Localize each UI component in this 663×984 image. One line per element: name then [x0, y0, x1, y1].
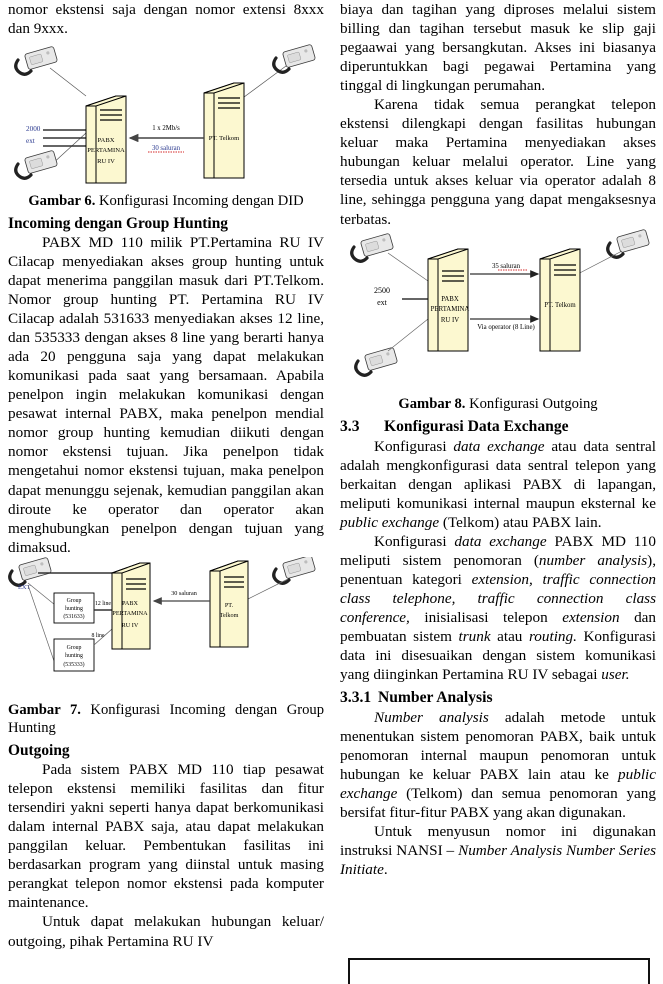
section-heading-3-3-1: 3.3.1 Number Analysis [340, 688, 656, 707]
rp4-em2: number analysis [538, 551, 648, 569]
figure7-telkom-line2: Telkom [220, 612, 239, 619]
document-page: nomor ekstensi saja dengan nomor extensi… [0, 0, 663, 984]
figure8-pabx-line3: RU IV [441, 317, 459, 324]
right-paragraph-4: Konfigurasi data exchange PABX MD 110 me… [340, 532, 656, 684]
telkom-cabinet: PT. Telkom [209, 560, 249, 648]
phone-icon-right [272, 556, 316, 585]
figure8-pabx-line2: PERTAMINA [431, 306, 470, 313]
figure7-hunt2-line2: hunting [65, 653, 83, 659]
rp3-end: (Telkom) atau PABX lain. [439, 513, 602, 531]
section-title-3-3: Konfigurasi Data Exchange [384, 418, 569, 436]
rp3-em2: public exchange [340, 513, 440, 531]
rp4-c: inisialisasi telepon [409, 608, 563, 626]
figure6-ext-word: ext [26, 137, 35, 145]
figure7-link-8line: 8 line [91, 633, 104, 639]
rp4-em6: routing. [528, 628, 577, 646]
figure6-pabx-line3: RU IV [97, 158, 115, 165]
rp4-em1: data exchange [454, 532, 547, 550]
rp4-em7: user. [601, 666, 630, 684]
group-hunting-box-2: Group hunting (535333) [53, 638, 95, 672]
figure8-link-bottom: Via operator (8 Line) [477, 324, 535, 331]
phone-icon-bottom-left [14, 150, 58, 180]
figure7-hunt2-line1: Group [67, 645, 82, 651]
phone-icon-right [272, 44, 316, 74]
figure8-telkom-label: PT. Telkom [544, 302, 576, 309]
figure6-link-top: 1 x 2Mb/s [152, 125, 180, 132]
left-paragraph-2: Pada sistem PABX MD 110 tiap pesawat tel… [8, 761, 324, 912]
section-heading-3-3: 3.3 Konfigurasi Data Exchange [340, 417, 656, 436]
figure6-link-bottom: 30 saluran [152, 145, 181, 152]
figure7-pabx-line2: PERTAMINA [112, 610, 148, 617]
rp5-em1: Number analysis [374, 708, 489, 726]
pabx-cabinet: PABX PERTAMINA RU IV [427, 248, 470, 352]
telkom-cabinet: PT. Telkom [539, 248, 581, 352]
rp4-em4: extension [562, 608, 620, 626]
left-top-paragraph: nomor ekstensi saja dengan nomor extensi… [8, 1, 324, 38]
left-column: nomor ekstensi saja dengan nomor extensi… [8, 0, 324, 984]
figure8-ext-word: ext [377, 298, 388, 307]
rp6-b: . [383, 860, 388, 878]
telkom-cabinet [203, 82, 245, 179]
rp4-pre: Konfigurasi [374, 532, 455, 550]
heading-incoming-group-hunting: Incoming dengan Group Hunting [8, 214, 228, 232]
figure6-pabx-line1: PABX [98, 137, 115, 144]
right-paragraph-3: Konfigurasi data exchange atau data sent… [340, 437, 656, 532]
heading-outgoing: Outgoing [8, 741, 70, 759]
figure7-link-12line: 12 line [95, 601, 111, 607]
figure7-hunt2-line3: (535333) [63, 661, 84, 668]
left-paragraph-3: Untuk dapat melakukan hubungan keluar/ o… [8, 913, 324, 950]
phone-icon-top-left [14, 46, 58, 76]
figure7-hunt1-line3: (531633) [63, 613, 84, 620]
right-column: biaya dan tagihan yang diproses melalui … [340, 0, 656, 984]
phone-icon-right [606, 228, 650, 259]
figure7-link-saluran: 30 saluran [171, 590, 197, 597]
phone-icon-bottom-left [354, 346, 398, 377]
rp4-em5: trunk [458, 628, 491, 646]
phone-icon-top-left [350, 232, 394, 263]
figure6-ext-count: 2000 [26, 125, 41, 133]
section-number-3-3: 3.3 [340, 418, 360, 436]
figure6-telkom-label: PT. Telkom [209, 135, 240, 142]
table-top-edge-cutoff [348, 958, 650, 984]
section-number-3-3-1: 3.3.1 [340, 689, 372, 707]
figure-7-caption-label: Gambar 7. [8, 701, 81, 718]
right-paragraph-5: Number analysis adalah metode untuk mene… [340, 708, 656, 822]
figure-8-caption-label: Gambar 8. [398, 395, 466, 412]
rp3-pre: Konfigurasi [374, 437, 454, 455]
figure7-telkom-line1: PT. [225, 602, 234, 609]
pabx-cabinet: PABX PERTAMINA RU IV [111, 562, 151, 650]
figure-6-caption: Gambar 6. Konfigurasi Incoming dengan DI… [8, 192, 324, 211]
right-paragraph-2: Karena tidak semua perangkat telepon eks… [340, 96, 656, 228]
left-paragraph-1: PABX MD 110 milik PT.Pertamina RU IV Cil… [8, 233, 324, 556]
figure-7-caption: Gambar 7. Konfigurasi Incoming dengan Gr… [8, 701, 324, 738]
rp4-e: atau [490, 628, 529, 646]
figure8-pabx-line1: PABX [441, 296, 459, 303]
figure-8-caption: Gambar 8. Konfigurasi Outgoing [340, 395, 656, 414]
figure-7-incoming-group-hunting: EXT Group hunting (531633) Group hunting… [8, 556, 324, 695]
figure-6-caption-label: Gambar 6. [28, 193, 96, 210]
right-paragraph-1: biaya dan tagihan yang diproses melalui … [340, 1, 656, 95]
figure-8-caption-text: Konfigurasi Outgoing [465, 395, 598, 412]
phone-icon-left [8, 557, 52, 587]
figure7-hunt1-line1: Group [67, 598, 82, 604]
rp3-em1: data exchange [453, 437, 545, 455]
figure7-pabx-line3: RU IV [122, 622, 139, 629]
right-paragraph-6: Untuk menyusun nomor ini digunakan instr… [340, 822, 656, 879]
figure8-link-top: 35 saluran [492, 263, 521, 270]
figure-6-incoming-did: 2000 ext PABX PERTAMINA RU IV PT. Telkom… [8, 38, 324, 186]
figure7-pabx-line1: PABX [122, 600, 138, 607]
figure-6-caption-text: Konfigurasi Incoming dengan DID [95, 193, 304, 210]
figure7-hunt1-line2: hunting [65, 606, 83, 612]
section-title-3-3-1: Number Analysis [378, 689, 493, 707]
group-hunting-box-1: Group hunting (531633) [53, 592, 95, 624]
figure6-pabx-line2: PERTAMINA [87, 147, 125, 154]
figure-8-outgoing: 2500 ext PABX PERTAMINA RU IV PT. Telkom… [340, 228, 656, 389]
figure8-ext-count: 2500 [374, 286, 390, 295]
